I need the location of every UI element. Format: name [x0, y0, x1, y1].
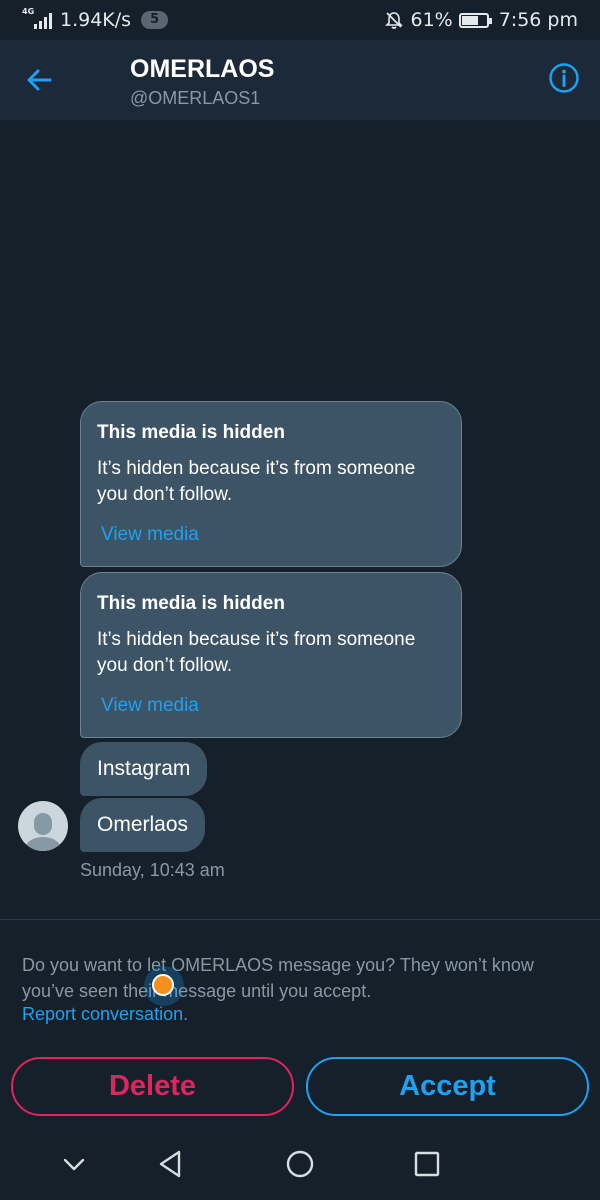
status-bar: 4G 1.94K/s 5 61% 7:56 pm [0, 0, 600, 40]
square-recents-icon[interactable] [411, 1148, 443, 1180]
notification-count-badge: 5 [141, 11, 169, 29]
touch-indicator [144, 966, 184, 1006]
message-bubble[interactable]: Instagram [80, 742, 208, 796]
hidden-media-message: This media is hidden It’s hidden because… [80, 572, 462, 738]
view-media-link[interactable]: View media [101, 524, 445, 546]
triangle-back-icon[interactable] [155, 1148, 187, 1180]
hidden-media-description: It’s hidden because it’s from someone yo… [97, 458, 416, 505]
hidden-media-title: This media is hidden [97, 593, 285, 614]
chevron-down-icon[interactable] [58, 1148, 90, 1180]
view-media-link[interactable]: View media [101, 695, 445, 717]
battery-icon [458, 12, 492, 28]
message-bubble[interactable]: Omerlaos [80, 798, 206, 852]
divider [0, 919, 600, 920]
avatar[interactable] [18, 801, 68, 851]
hidden-media-title: This media is hidden [97, 422, 285, 443]
conversation-handle[interactable]: @OMERLAOS1 [130, 88, 260, 109]
message-timestamp: Sunday, 10:43 am [80, 860, 225, 880]
bell-off-icon [385, 12, 404, 29]
default-avatar-icon [25, 813, 61, 851]
system-nav-bar [0, 1130, 600, 1200]
battery-percent: 61% [410, 9, 453, 31]
hidden-media-description: It’s hidden because it’s from someone yo… [97, 629, 416, 676]
delete-button[interactable]: Delete [11, 1057, 294, 1116]
network-type-label: 4G [22, 7, 35, 16]
circle-home-icon[interactable] [284, 1148, 316, 1180]
report-conversation-link[interactable]: Report conversation. [22, 1004, 188, 1025]
status-left: 4G 1.94K/s 5 [22, 7, 169, 31]
accept-button[interactable]: Accept [306, 1057, 589, 1116]
hidden-media-message: This media is hidden It’s hidden because… [80, 401, 462, 567]
conversation-title[interactable]: OMERLAOS [130, 55, 274, 84]
message-request-prompt: Do you want to let OMERLAOS message you?… [22, 955, 534, 1001]
signal-icon: 4G [22, 7, 52, 29]
status-right: 61% 7:56 pm [384, 9, 578, 31]
conversation-header: OMERLAOS @OMERLAOS1 [0, 40, 600, 120]
network-speed: 1.94K/s [60, 9, 132, 31]
clock: 7:56 pm [498, 9, 578, 31]
arrow-left-icon[interactable] [22, 62, 58, 98]
info-circle-icon[interactable] [548, 62, 580, 94]
